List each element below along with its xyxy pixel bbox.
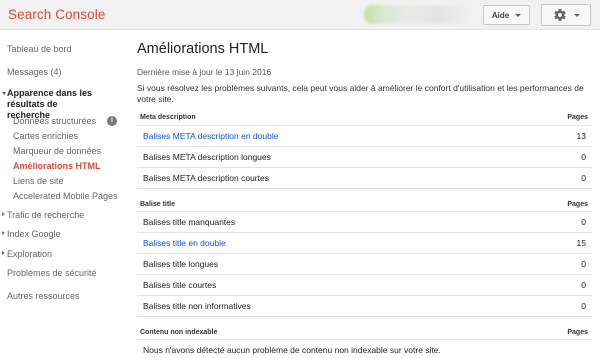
divider <box>137 188 592 189</box>
pages-column-header: Pages <box>567 201 588 208</box>
issue-count: 0 <box>581 280 586 290</box>
sidebar-item-html-improvements[interactable]: Améliorations HTML <box>13 161 101 171</box>
chevron-down-icon <box>515 13 522 17</box>
issue-count: 0 <box>581 301 586 311</box>
app-logo[interactable]: Search Console <box>8 7 105 22</box>
expand-down-icon <box>2 92 6 95</box>
sidebar-item-dashboard[interactable]: Tableau de bord <box>7 44 72 54</box>
section-header-title-tag: Balise title Pages <box>137 199 592 211</box>
issue-count: 0 <box>581 217 586 227</box>
pages-column-header: Pages <box>567 114 588 121</box>
table-row: Balises title courtes 0 <box>137 274 592 295</box>
issue-count: 0 <box>581 259 586 269</box>
empty-state-message: Nous n'avons détecté aucun problème de c… <box>143 345 441 355</box>
help-button-label: Aide <box>491 10 510 20</box>
section-title: Contenu non indexable <box>140 329 218 336</box>
table-row: Balises title en double 15 <box>137 232 592 253</box>
table-row: Balises META description courtes 0 <box>137 167 592 188</box>
help-button[interactable]: Aide <box>483 5 530 25</box>
divider <box>137 316 592 317</box>
info-icon[interactable]: i <box>107 116 117 126</box>
expand-right-icon <box>2 231 5 235</box>
section-header-meta-description: Meta description Pages <box>137 112 592 124</box>
sidebar-item-google-index[interactable]: Index Google <box>7 229 61 239</box>
issue-label: Balises META description courtes <box>143 173 269 183</box>
sidebar-item-search-traffic[interactable]: Trafic de recherche <box>7 210 84 220</box>
issue-label: Balises META description longues <box>143 152 271 162</box>
pages-column-header: Pages <box>567 329 588 336</box>
page-description: Si vous résolvez les problèmes suivants,… <box>137 83 584 104</box>
sidebar-item-structured-data[interactable]: Données structurées <box>13 116 96 126</box>
top-bar: Search Console Aide <box>0 0 600 30</box>
page-title: Améliorations HTML <box>137 41 269 57</box>
sidebar-item-data-highlighter[interactable]: Marqueur de données <box>13 146 101 156</box>
sidebar-item-amp[interactable]: Accelerated Mobile Pages <box>13 191 118 201</box>
gear-icon <box>553 9 566 21</box>
expand-right-icon <box>2 212 5 216</box>
expand-right-icon <box>2 251 5 255</box>
issue-count: 0 <box>581 152 586 162</box>
issue-label: Balises title manquantes <box>143 217 236 227</box>
issue-label: Balises title non informatives <box>143 301 251 311</box>
sidebar-item-security-issues[interactable]: Problèmes de sécurité <box>7 268 97 278</box>
divider <box>137 339 592 340</box>
sidebar-item-other-resources[interactable]: Autres ressources <box>7 291 80 301</box>
table-row: Balises META description longues 0 <box>137 146 592 167</box>
site-selector[interactable] <box>364 5 469 24</box>
settings-button[interactable] <box>541 4 591 26</box>
issue-link[interactable]: Balises title en double <box>143 238 226 248</box>
table-row: Balises title longues 0 <box>137 253 592 274</box>
sidebar-item-messages[interactable]: Messages (4) <box>7 67 62 77</box>
table-row: Balises title non informatives 0 <box>137 295 592 316</box>
last-updated: Dernière mise à jour le 13 juin 2016 <box>137 67 272 77</box>
issue-count: 13 <box>576 131 586 141</box>
sidebar: Tableau de bord Messages (4) Apparence d… <box>0 31 122 359</box>
sidebar-item-rich-cards[interactable]: Cartes enrichies <box>13 131 78 141</box>
table-row: Balises title manquantes 0 <box>137 211 592 232</box>
table-row: Balises META description en double 13 <box>137 125 592 146</box>
sidebar-item-sitelinks[interactable]: Liens de site <box>13 176 64 186</box>
section-title: Balise title <box>140 201 176 208</box>
chevron-down-icon <box>573 13 580 17</box>
sidebar-item-crawl[interactable]: Exploration <box>7 249 52 259</box>
issue-count: 0 <box>581 173 586 183</box>
issue-link[interactable]: Balises META description en double <box>143 131 278 141</box>
section-header-non-indexable: Contenu non indexable Pages <box>137 327 592 339</box>
issue-label: Balises title longues <box>143 259 219 269</box>
section-title: Meta description <box>140 114 196 121</box>
issue-count: 15 <box>576 238 586 248</box>
issue-label: Balises title courtes <box>143 280 217 290</box>
